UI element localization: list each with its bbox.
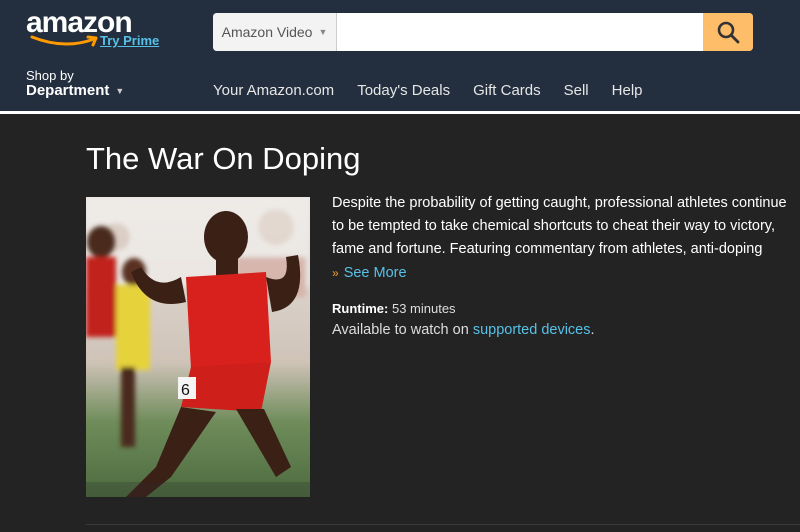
video-poster[interactable]: 6	[86, 197, 310, 497]
search-icon	[717, 21, 740, 44]
runtime-value: 53 minutes	[391, 301, 456, 316]
site-header: amazon Try Prime Amazon Video ▼ Shop by …	[0, 0, 800, 111]
amazon-logo[interactable]: amazon Try Prime	[26, 6, 176, 56]
see-more-link[interactable]: » See More	[332, 265, 407, 281]
nav-todays-deals[interactable]: Today's Deals	[357, 82, 450, 99]
main-nav: Your Amazon.com Today's Deals Gift Cards…	[213, 82, 643, 99]
availability-suffix: .	[590, 322, 595, 338]
poster-image: 6	[86, 197, 310, 497]
caret-down-icon: ▼	[115, 85, 125, 96]
runtime-label: Runtime:	[332, 301, 389, 316]
video-synopsis: Despite the probability of getting caugh…	[332, 195, 787, 257]
smile-arrow-icon	[30, 35, 98, 47]
department-label-row: Department ▼	[26, 83, 124, 100]
nav-your-amazon[interactable]: Your Amazon.com	[213, 82, 334, 99]
supported-devices-link[interactable]: supported devices	[473, 322, 591, 338]
page-title: The War On Doping	[86, 141, 361, 176]
try-prime-link[interactable]: Try Prime	[100, 33, 159, 48]
header-divider	[0, 111, 800, 114]
runtime-info: Runtime: 53 minutes	[332, 301, 456, 316]
nav-gift-cards[interactable]: Gift Cards	[473, 82, 541, 99]
search-category-dropdown[interactable]: Amazon Video ▼	[213, 13, 337, 51]
search-bar: Amazon Video ▼	[213, 13, 753, 51]
shop-by-department-menu[interactable]: Shop by Department ▼	[26, 68, 124, 100]
department-label: Department	[26, 82, 110, 100]
search-button[interactable]	[703, 13, 753, 51]
search-input[interactable]	[337, 13, 703, 51]
caret-down-icon: ▼	[318, 27, 328, 37]
svg-text:6: 6	[181, 382, 190, 399]
search-category-label: Amazon Video	[221, 24, 313, 40]
availability-prefix: Available to watch on	[332, 322, 469, 338]
availability-info: Available to watch on supported devices.	[332, 322, 595, 338]
nav-sell[interactable]: Sell	[564, 82, 589, 99]
nav-help[interactable]: Help	[612, 82, 643, 99]
shop-by-label: Shop by	[26, 68, 74, 83]
content-divider	[86, 524, 800, 525]
see-more-label: See More	[343, 265, 407, 281]
chevron-double-down-icon: »	[332, 266, 339, 280]
